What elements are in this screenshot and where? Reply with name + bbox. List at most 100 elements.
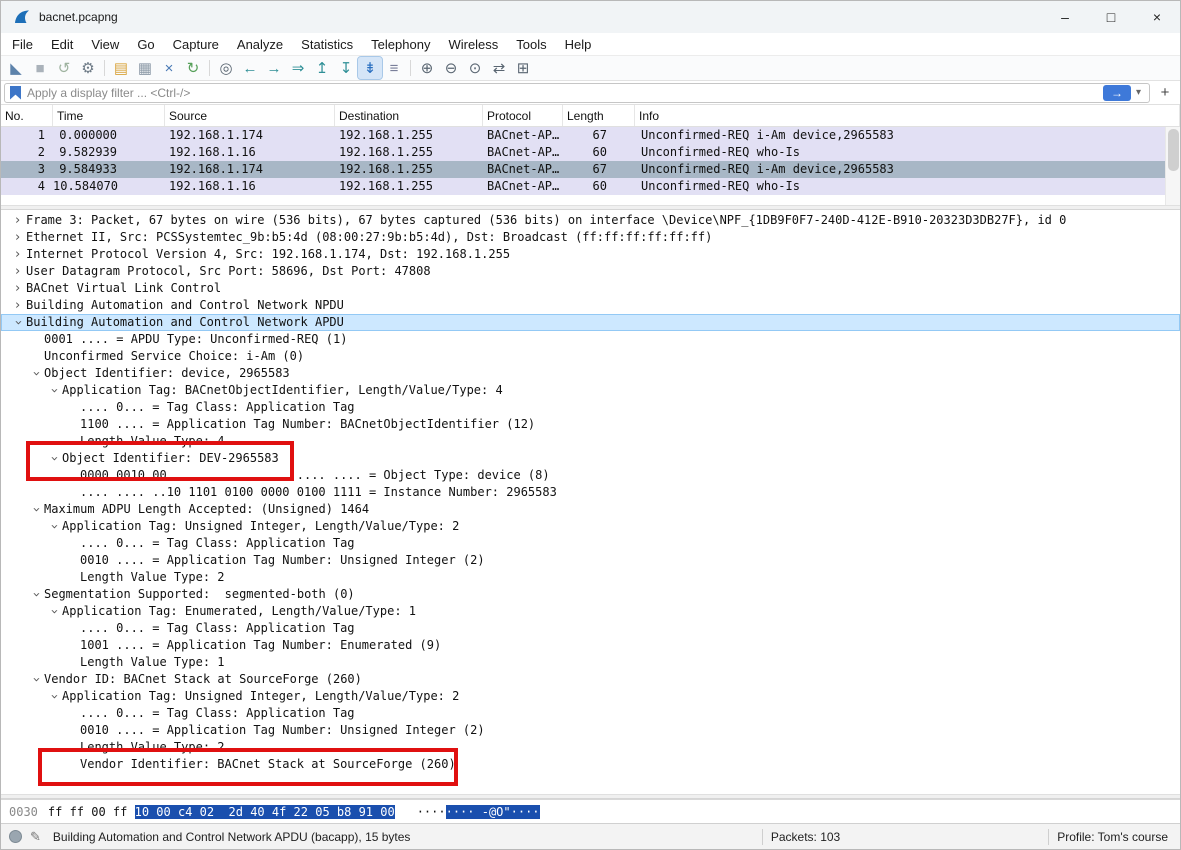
reset-layout-icon[interactable]: ⊞ (511, 57, 535, 79)
stop-capture-icon[interactable]: ■ (28, 57, 52, 79)
go-last-packet-icon[interactable]: ↧ (334, 57, 358, 79)
detail-line[interactable]: Ethernet II, Src: PCSSystemtec_9b:b5:4d … (1, 229, 1180, 246)
detail-line[interactable]: 0010 .... = Application Tag Number: Unsi… (1, 722, 1180, 739)
hex-ascii[interactable]: ········ -@O"···· (417, 805, 540, 819)
go-forward-icon[interactable]: → (262, 57, 286, 79)
column-header-source[interactable]: Source (165, 105, 335, 126)
scrollbar-thumb[interactable] (1168, 129, 1179, 171)
detail-line[interactable]: Maximum ADPU Length Accepted: (Unsigned)… (1, 501, 1180, 518)
colorize-packets-icon[interactable]: ≡ (382, 57, 406, 79)
go-first-packet-icon[interactable]: ↥ (310, 57, 334, 79)
column-header-no[interactable]: No. (1, 105, 53, 126)
filter-bookmark-icon[interactable] (10, 86, 21, 100)
detail-line[interactable]: Application Tag: Unsigned Integer, Lengt… (1, 688, 1180, 705)
zoom-original-icon[interactable]: ⊙ (463, 57, 487, 79)
expander-collapsed-icon[interactable] (9, 297, 26, 314)
detail-line[interactable]: .... 0... = Tag Class: Application Tag (1, 620, 1180, 637)
detail-line[interactable]: Unconfirmed Service Choice: i-Am (0) (1, 348, 1180, 365)
detail-line[interactable]: Application Tag: BACnetObjectIdentifier,… (1, 382, 1180, 399)
detail-line[interactable]: 1100 .... = Application Tag Number: BACn… (1, 416, 1180, 433)
packet-row[interactable]: 410.584070192.168.1.16192.168.1.255BACne… (1, 178, 1180, 195)
filter-add-button[interactable]: + (1153, 83, 1177, 103)
detail-line[interactable]: 0000 0010 00.. .... .... .... .... .... … (1, 467, 1180, 484)
hex-ascii-selected[interactable]: ···· -@O"···· (446, 805, 540, 819)
detail-line[interactable]: Length Value Type: 2 (1, 739, 1180, 756)
menu-file[interactable]: File (3, 35, 42, 54)
reload-file-icon[interactable]: ↻ (181, 57, 205, 79)
expander-expanded-icon[interactable] (45, 688, 62, 705)
display-filter-input[interactable] (27, 86, 1103, 100)
packet-row[interactable]: 39.584933192.168.1.174192.168.1.255BACne… (1, 161, 1180, 178)
expander-expanded-icon[interactable] (27, 501, 44, 518)
expander-collapsed-icon[interactable] (9, 229, 26, 246)
menu-telephony[interactable]: Telephony (362, 35, 439, 54)
capture-options-icon[interactable]: ⚙ (76, 57, 100, 79)
zoom-out-icon[interactable]: ⊖ (439, 57, 463, 79)
menu-capture[interactable]: Capture (164, 35, 228, 54)
detail-line[interactable]: Application Tag: Unsigned Integer, Lengt… (1, 518, 1180, 535)
expander-expanded-icon[interactable] (45, 382, 62, 399)
find-packet-icon[interactable]: ◎ (214, 57, 238, 79)
column-header-protocol[interactable]: Protocol (483, 105, 563, 126)
detail-line[interactable]: 0001 .... = APDU Type: Unconfirmed-REQ (… (1, 331, 1180, 348)
detail-line[interactable]: Application Tag: Enumerated, Length/Valu… (1, 603, 1180, 620)
packet-row[interactable]: 29.582939192.168.1.16192.168.1.255BACnet… (1, 144, 1180, 161)
expander-expanded-icon[interactable] (9, 314, 26, 331)
detail-line[interactable]: 1001 .... = Application Tag Number: Enum… (1, 637, 1180, 654)
hex-bytes-selected[interactable]: 10 00 c4 02 2d 40 4f 22 05 b8 91 00 (135, 805, 395, 819)
hex-bytes[interactable]: ff ff 00 ff 10 00 c4 02 2d 40 4f 22 05 b… (48, 805, 395, 819)
detail-line[interactable]: Segmentation Supported: segmented-both (… (1, 586, 1180, 603)
column-header-length[interactable]: Length (563, 105, 635, 126)
filter-apply-icon[interactable]: → (1103, 85, 1131, 101)
display-filter-field[interactable]: → ▾ (4, 83, 1150, 103)
status-profile[interactable]: Profile: Tom's course (1057, 830, 1168, 844)
detail-line[interactable]: .... 0... = Tag Class: Application Tag (1, 705, 1180, 722)
expander-expanded-icon[interactable] (45, 450, 62, 467)
detail-line[interactable]: .... 0... = Tag Class: Application Tag (1, 535, 1180, 552)
expander-collapsed-icon[interactable] (9, 246, 26, 263)
detail-line[interactable]: Length Value Type: 2 (1, 569, 1180, 586)
expander-expanded-icon[interactable] (45, 603, 62, 620)
menu-analyze[interactable]: Analyze (228, 35, 292, 54)
expander-collapsed-icon[interactable] (9, 212, 26, 229)
go-to-packet-icon[interactable]: ⇒ (286, 57, 310, 79)
close-button[interactable]: × (1134, 1, 1180, 33)
detail-line[interactable]: Vendor ID: BACnet Stack at SourceForge (… (1, 671, 1180, 688)
detail-line[interactable]: .... .... ..10 1101 0100 0000 0100 1111 … (1, 484, 1180, 501)
expander-expanded-icon[interactable] (27, 586, 44, 603)
menu-statistics[interactable]: Statistics (292, 35, 362, 54)
detail-line[interactable]: Vendor Identifier: BACnet Stack at Sourc… (1, 756, 1180, 773)
menu-tools[interactable]: Tools (507, 35, 555, 54)
detail-line[interactable]: 0010 .... = Application Tag Number: Unsi… (1, 552, 1180, 569)
menu-help[interactable]: Help (556, 35, 601, 54)
save-file-icon[interactable]: ▦ (133, 57, 157, 79)
go-back-icon[interactable]: ← (238, 57, 262, 79)
restart-capture-icon[interactable]: ↺ (52, 57, 76, 79)
auto-scroll-icon[interactable]: ⇟ (358, 57, 382, 79)
expander-expanded-icon[interactable] (27, 365, 44, 382)
detail-line[interactable]: Length Value Type: 4 (1, 433, 1180, 450)
detail-line[interactable]: Length Value Type: 1 (1, 654, 1180, 671)
column-header-info[interactable]: Info (635, 105, 1180, 126)
menu-view[interactable]: View (82, 35, 128, 54)
detail-line[interactable]: User Datagram Protocol, Src Port: 58696,… (1, 263, 1180, 280)
maximize-button[interactable]: □ (1088, 1, 1134, 33)
expander-expanded-icon[interactable] (27, 671, 44, 688)
capture-comment-icon[interactable]: ✎ (30, 829, 41, 845)
column-header-time[interactable]: Time (53, 105, 165, 126)
resize-columns-icon[interactable]: ⇄ (487, 57, 511, 79)
close-file-icon[interactable]: × (157, 57, 181, 79)
expert-info-icon[interactable] (9, 830, 22, 843)
start-capture-icon[interactable]: ◣ (4, 57, 28, 79)
hex-ascii-plain[interactable]: ···· (417, 805, 446, 819)
detail-line[interactable]: BACnet Virtual Link Control (1, 280, 1180, 297)
detail-line[interactable]: Internet Protocol Version 4, Src: 192.16… (1, 246, 1180, 263)
menu-go[interactable]: Go (128, 35, 163, 54)
menu-wireless[interactable]: Wireless (439, 35, 507, 54)
minimize-button[interactable]: – (1042, 1, 1088, 33)
packet-row[interactable]: 10.000000192.168.1.174192.168.1.255BACne… (1, 127, 1180, 144)
packet-list-scrollbar[interactable] (1165, 127, 1180, 205)
detail-line[interactable]: Building Automation and Control Network … (1, 297, 1180, 314)
hex-bytes-plain[interactable]: ff ff 00 ff (48, 805, 135, 819)
zoom-in-icon[interactable]: ⊕ (415, 57, 439, 79)
